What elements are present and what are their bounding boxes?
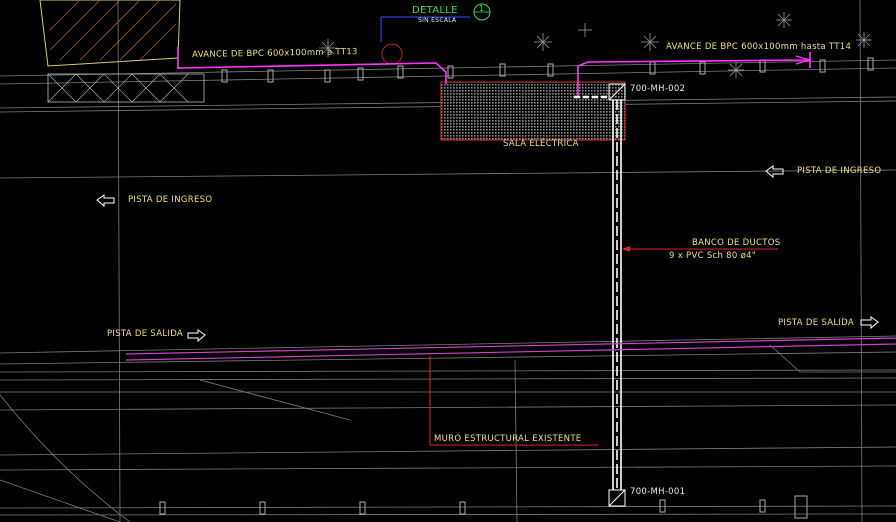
leader-arrowhead bbox=[622, 246, 630, 252]
detail-subtitle: SIN ESCALA bbox=[418, 17, 457, 24]
manhole-700-mh-001 bbox=[608, 489, 626, 507]
banco-ductos-label: BANCO DE DUCTOS bbox=[692, 238, 781, 248]
sala-electrica-label: SALA ELÉCTRICA bbox=[503, 139, 579, 149]
pista-salida-left-label: PISTA DE SALIDA bbox=[107, 329, 184, 339]
muro-estructural-label: MURO ESTRUCTURAL EXISTENTE bbox=[434, 434, 582, 444]
pista-salida-right-label: PISTA DE SALIDA bbox=[778, 318, 855, 328]
sala-electrica-block bbox=[440, 81, 626, 141]
detail-number: 1 bbox=[479, 4, 485, 13]
duct-bank-run bbox=[612, 100, 622, 490]
avance-right-label: AVANCE DE BPC 600x100mm hasta TT14 bbox=[666, 42, 852, 52]
pista-salida-edge bbox=[125, 337, 896, 361]
building-footprint bbox=[39, 0, 205, 103]
pista-ingreso-right-label: PISTA DE INGRESO bbox=[797, 166, 882, 176]
mh-top-label: 700-MH-002 bbox=[630, 84, 686, 94]
banco-ductos-spec: 9 x PVC Sch 80 ø4" bbox=[669, 251, 757, 261]
annotation-leaders bbox=[429, 138, 778, 446]
mh-bottom-label: 700-MH-001 bbox=[630, 487, 686, 497]
pista-ingreso-left-label: PISTA DE INGRESO bbox=[128, 195, 213, 205]
detail-title: DETALLE bbox=[412, 5, 458, 16]
direction-arrows bbox=[96, 165, 879, 343]
